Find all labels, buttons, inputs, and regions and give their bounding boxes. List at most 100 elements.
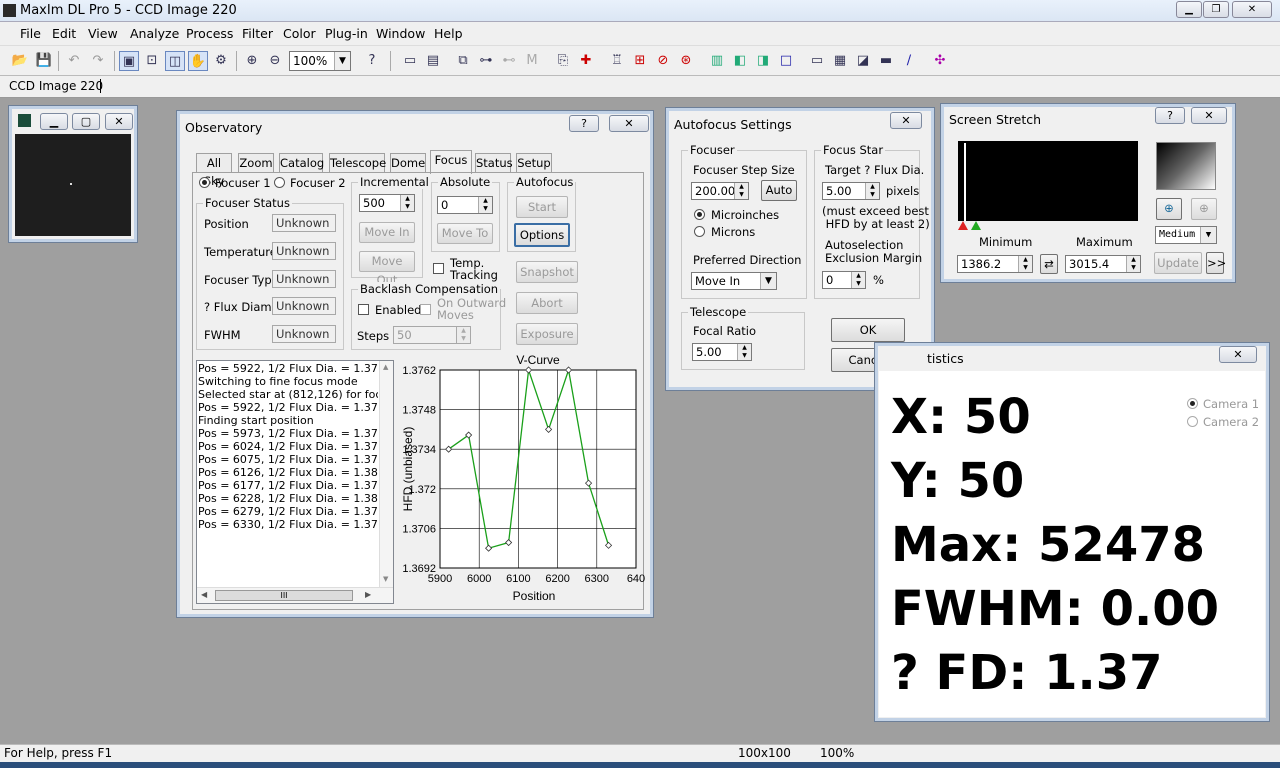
- tab-setup[interactable]: Setup: [516, 153, 552, 173]
- move-in-button[interactable]: Move In: [359, 222, 415, 243]
- zoom-select[interactable]: 100% ▼: [289, 51, 351, 71]
- ok-button[interactable]: OK: [831, 318, 905, 342]
- scroll-left-icon[interactable]: ◀: [201, 590, 207, 599]
- backlash-enabled-checkbox[interactable]: [358, 304, 369, 315]
- autosel-spinner[interactable]: ▲ ▼: [851, 272, 865, 288]
- picture-icon[interactable]: ▦: [830, 51, 850, 71]
- autofocus-options-button[interactable]: Options: [514, 223, 570, 247]
- camera1-radio[interactable]: [1187, 398, 1198, 409]
- menu-view[interactable]: View: [88, 26, 118, 41]
- maximum-input[interactable]: 3015.4 ▲ ▼: [1065, 255, 1141, 273]
- copy-icon[interactable]: ⎘: [553, 51, 573, 71]
- screen-stretch-close-button[interactable]: ✕: [1191, 107, 1227, 124]
- crosshair-icon[interactable]: ✚: [576, 51, 596, 71]
- overlay-icon[interactable]: ◨: [753, 51, 773, 71]
- curve-icon[interactable]: ∕: [899, 51, 919, 71]
- update-button[interactable]: Update: [1154, 252, 1202, 274]
- tab-dome[interactable]: Dome: [390, 153, 426, 173]
- log-vscrollbar[interactable]: ▲ ▼: [379, 361, 393, 587]
- ruler-icon[interactable]: ▭: [400, 51, 420, 71]
- image-minimize-button[interactable]: ▁: [40, 113, 68, 130]
- temp-tracking-checkbox[interactable]: [433, 263, 444, 274]
- tab-focus[interactable]: Focus: [430, 150, 472, 174]
- dome-icon[interactable]: ⊛: [676, 51, 696, 71]
- autofocus-settings-close-button[interactable]: ✕: [890, 112, 922, 129]
- layers-icon[interactable]: ◧: [730, 51, 750, 71]
- maximum-spinner[interactable]: ▲ ▼: [1126, 256, 1140, 272]
- telescope-icon[interactable]: ♖: [607, 51, 627, 71]
- compare-icon[interactable]: ◫: [165, 51, 185, 71]
- bar-icon[interactable]: ▬: [876, 51, 896, 71]
- stretch-histogram[interactable]: [958, 141, 1138, 221]
- zoom-out-icon[interactable]: ⊖: [265, 51, 285, 71]
- scroll-thumb[interactable]: III: [215, 590, 353, 601]
- statistics-close-button[interactable]: ✕: [1219, 346, 1257, 363]
- settings-icon[interactable]: ⚙: [211, 51, 231, 71]
- scroll-up-icon[interactable]: ▲: [383, 363, 388, 371]
- swap-icon[interactable]: ⇄: [1040, 254, 1058, 274]
- frame-icon[interactable]: □: [776, 51, 796, 71]
- focus-log[interactable]: Pos = 5922, 1/2 Flux Dia. = 1.37 Switchin…: [196, 360, 394, 604]
- focuser2-radio[interactable]: [274, 177, 285, 188]
- menu-window[interactable]: Window: [376, 26, 425, 41]
- incremental-input[interactable]: 500 ▲ ▼: [359, 194, 415, 212]
- steps-spinner[interactable]: ▲ ▼: [456, 327, 470, 343]
- absolute-input[interactable]: 0 ▲ ▼: [437, 196, 493, 214]
- auto-button[interactable]: Auto: [761, 180, 797, 201]
- combine-icon[interactable]: ⊷: [499, 51, 519, 71]
- target-spinner[interactable]: ▲ ▼: [865, 183, 879, 199]
- observatory-close-button[interactable]: ✕: [609, 115, 649, 132]
- exposure-button[interactable]: Exposure: [516, 323, 578, 345]
- merge-icon[interactable]: M: [522, 51, 542, 71]
- hand-icon[interactable]: ✋: [188, 51, 208, 71]
- tab-telescope[interactable]: Telescope: [329, 153, 386, 173]
- menu-process[interactable]: Process: [186, 26, 233, 41]
- on-outward-checkbox[interactable]: [420, 304, 431, 315]
- align-icon[interactable]: ⊶: [476, 51, 496, 71]
- incremental-spinner[interactable]: ▲ ▼: [400, 195, 414, 211]
- image-window[interactable]: ▁ ▢ ✕: [8, 105, 138, 243]
- crop-icon[interactable]: ⊡: [142, 51, 162, 71]
- stretch-mode-select[interactable]: Medium ▼: [1155, 226, 1217, 244]
- microinches-radio[interactable]: [694, 209, 705, 220]
- camera2-radio[interactable]: [1187, 416, 1198, 427]
- image-maximize-button[interactable]: ▢: [72, 113, 100, 130]
- minimize-button[interactable]: ▁: [1176, 1, 1202, 18]
- ccd-image[interactable]: [15, 134, 131, 236]
- graph-icon[interactable]: ◪: [853, 51, 873, 71]
- camera-control-icon[interactable]: ⊞: [630, 51, 650, 71]
- menu-help[interactable]: Help: [434, 26, 463, 41]
- steps-input[interactable]: 50 ▲ ▼: [393, 326, 471, 344]
- document-tab[interactable]: CCD Image 220: [9, 79, 103, 93]
- redo-icon[interactable]: ↷: [88, 51, 108, 71]
- save-icon[interactable]: 💾: [34, 51, 54, 71]
- tab-status[interactable]: Status: [475, 153, 513, 173]
- menu-file[interactable]: File: [20, 26, 41, 41]
- step-size-input[interactable]: 200.00 ▲ ▼: [691, 182, 749, 200]
- target-input[interactable]: 5.00 ▲ ▼: [822, 182, 880, 200]
- histogram-icon[interactable]: ▥: [707, 51, 727, 71]
- minimum-marker-icon[interactable]: [958, 221, 968, 230]
- move-out-button[interactable]: Move Out: [359, 251, 415, 287]
- minimum-spinner[interactable]: ▲ ▼: [1018, 256, 1032, 272]
- abort-button[interactable]: Abort: [516, 292, 578, 314]
- help-pointer-icon[interactable]: ?: [362, 51, 382, 71]
- focal-ratio-input[interactable]: 5.00 ▲ ▼: [692, 343, 752, 361]
- maximize-button[interactable]: ❐: [1203, 1, 1229, 18]
- observatory-icon[interactable]: ⊘: [653, 51, 673, 71]
- pref-dir-select[interactable]: Move In ▼: [691, 272, 777, 290]
- zoom-in-icon[interactable]: ⊕: [1156, 198, 1182, 220]
- autofocus-start-button[interactable]: Start: [516, 196, 568, 218]
- minimum-input[interactable]: 1386.2 ▲ ▼: [957, 255, 1033, 273]
- open-icon[interactable]: 📂: [10, 51, 30, 71]
- undo-icon[interactable]: ↶: [64, 51, 84, 71]
- absolute-spinner[interactable]: ▲ ▼: [478, 197, 492, 213]
- image-view-icon[interactable]: ▣: [119, 51, 139, 71]
- zoom-in-icon[interactable]: ⊕: [242, 51, 262, 71]
- menu-plugin[interactable]: Plug-in: [325, 26, 368, 41]
- more-button[interactable]: >>: [1206, 252, 1226, 274]
- focal-ratio-spinner[interactable]: ▲ ▼: [737, 344, 751, 360]
- menu-edit[interactable]: Edit: [52, 26, 76, 41]
- star-icon[interactable]: ✣: [930, 51, 950, 71]
- close-button[interactable]: ✕: [1232, 1, 1272, 18]
